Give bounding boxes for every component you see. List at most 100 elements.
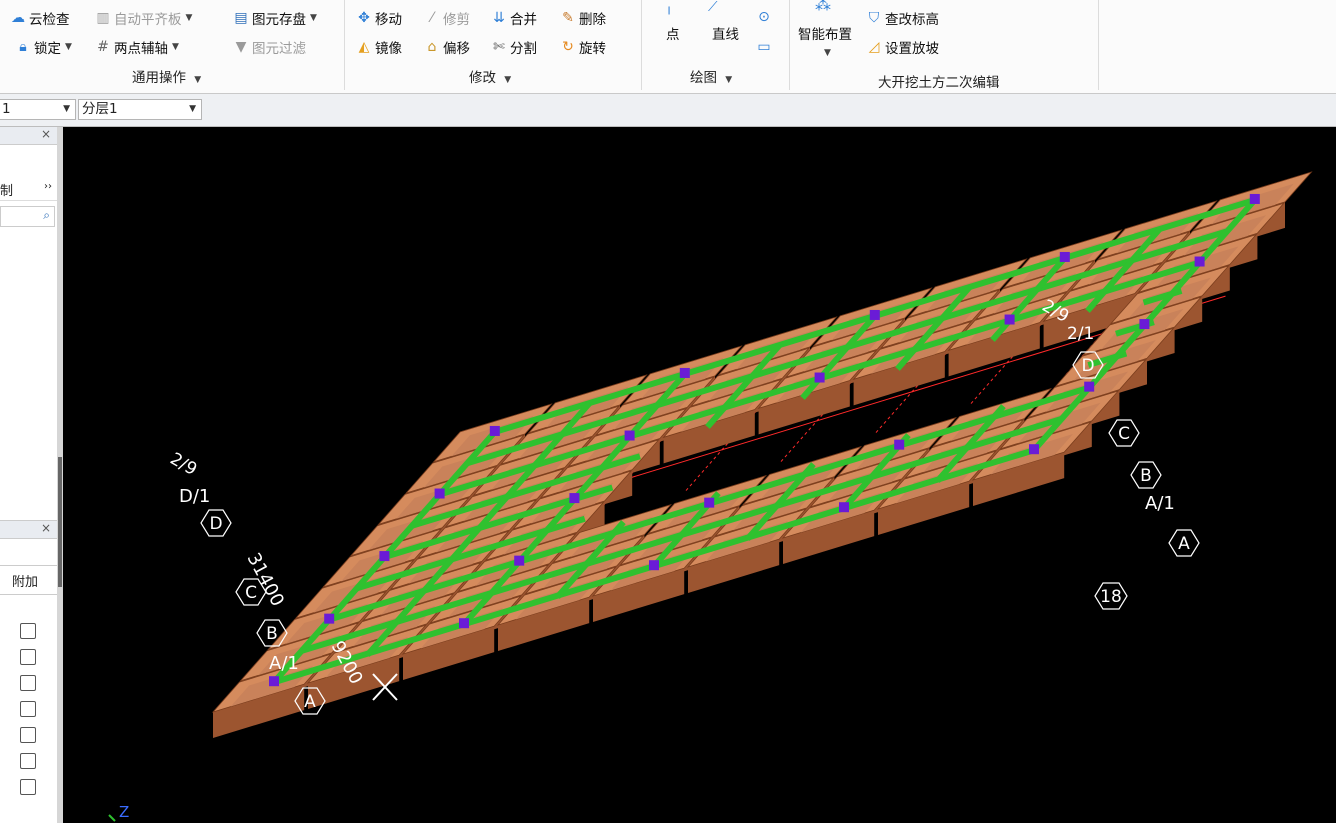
mirror-button[interactable]: ◭ 镜像 [356,36,402,58]
extra-checkbox[interactable] [20,623,36,639]
scene-canvas[interactable]: D C B A/1 A D/1 2/9 31400 9200 D C B A/1… [63,127,1336,823]
split-button[interactable]: ✄ 分割 [491,36,537,58]
axis-label: B [266,624,278,644]
chevron-down-icon: ▼ [504,75,512,85]
auto-level-button[interactable]: ▥ 自动平齐板 ▼ [95,7,192,29]
lock-label: 锁定 [34,41,61,57]
group-draw-label: 绘图 [690,70,717,86]
slope-icon: ◿ [868,39,880,55]
axis-bubble-b-right: B [1130,461,1162,489]
rotate-label: 旋转 [579,41,606,57]
delete-button[interactable]: ✎ 删除 [560,7,606,29]
group-excavation-label: 大开挖土方二次编辑 [878,75,1000,91]
axis-bubble-c-right: C [1108,419,1140,447]
column-marker [379,551,390,562]
column-marker [1084,381,1095,392]
chevron-down-icon: ▼ [185,13,193,23]
offset-icon: ⌂ [427,39,437,55]
column-marker [679,367,690,378]
check-elevation-label: 查改标高 [885,12,939,28]
extra-checkbox[interactable] [20,649,36,665]
rectangle-tool-button[interactable]: ▭ [756,36,775,58]
group-modify-label: 修改 [469,70,496,86]
element-filter-label: 图元过滤 [252,41,306,57]
trim-button[interactable]: ⁄ 修剪 [424,7,470,29]
group-common-ops[interactable]: 通用操作 ▼ [132,66,201,86]
group-common-ops-label: 通用操作 [132,70,186,86]
ribbon: ☁ 云检查 ▥ 自动平齐板 ▼ ▤ 图元存盘 ▼ 🔒︎ 锁定 ▼ # 两点辅轴 … [0,0,1336,94]
axis-indicator-label: Z [119,803,129,821]
circle-icon: ⊙ [758,9,770,25]
two-point-axis-button[interactable]: # 两点辅轴 ▼ [95,36,179,58]
auto-level-icon: ▥ [96,10,110,26]
extra-checkbox[interactable] [20,753,36,769]
chevron-down-icon[interactable]: ▼ [824,42,831,64]
chevron-down-icon: ▼ [65,42,72,52]
close-icon[interactable]: × [41,521,51,535]
column-marker [1059,251,1070,262]
cloud-check-button[interactable]: ☁ 云检查 [10,7,70,29]
axis-label: 18 [1100,587,1122,607]
column-marker [514,555,525,566]
group-excavation: 大开挖土方二次编辑 [878,71,1000,91]
column-marker [489,425,500,436]
extra-checkbox[interactable] [20,727,36,743]
offset-button[interactable]: ⌂ 偏移 [424,36,470,58]
point-button[interactable]: 点 [666,22,680,44]
floor-select-value: 1 [2,101,11,117]
column-marker [839,502,849,513]
splitter-handle[interactable] [58,457,62,587]
rotate-button[interactable]: ↻ 旋转 [560,36,606,58]
chevron-down-icon: ▼ [725,75,733,85]
auto-level-label: 自动平齐板 [114,12,182,28]
search-icon: ⌕ [43,208,50,222]
separator [641,0,642,90]
lock-icon: 🔒︎ [19,39,27,55]
set-slope-button[interactable]: ◿ 设置放坡 [866,36,939,58]
layer-select-value: 分层1 [82,101,118,117]
split-label: 分割 [510,41,537,57]
column-marker [569,493,580,504]
column-marker [869,309,880,320]
trim-label: 修剪 [443,12,470,28]
merge-label: 合并 [510,12,537,28]
column-marker [624,430,635,441]
extra-checkbox[interactable] [20,779,36,795]
separator [344,0,345,90]
property-table-header: 附加 [0,565,57,595]
panel-tab-label[interactable]: 制 [0,180,13,199]
cloud-check-icon: ☁ [11,10,25,26]
group-draw[interactable]: 绘图 ▼ [690,66,732,86]
lock-button[interactable]: 🔒︎ 锁定 ▼ [15,36,72,58]
column-marker [814,372,825,383]
column-marker [704,497,715,508]
element-filter-button[interactable]: ▼ 图元过滤 [233,36,306,58]
column-header-extra: 附加 [12,575,39,590]
axis-bubble-a-right: A [1168,529,1200,557]
split-icon: ✄ [493,39,505,55]
axis-label: A/1 [1145,493,1175,514]
3d-viewport[interactable]: D C B A/1 A D/1 2/9 31400 9200 D C B A/1… [63,127,1336,823]
floor-toolbar: 1 ▼ 分层1 ▼ [0,94,1336,127]
extra-checkbox[interactable] [20,675,36,691]
move-label: 移动 [375,12,402,28]
more-icon[interactable]: ›› [44,181,52,192]
smart-layout-button[interactable]: 智能布置 [798,22,852,44]
save-elements-button[interactable]: ▤ 图元存盘 ▼ [233,7,317,29]
check-elevation-button[interactable]: ⛉ 查改标高 [866,7,939,29]
close-icon[interactable]: × [41,127,51,141]
column-marker [1139,319,1150,330]
axis-label: A [304,692,316,712]
panel2-header: × [0,520,57,539]
line-button[interactable]: 直线 [712,22,739,44]
group-modify[interactable]: 修改 ▼ [469,66,511,86]
save-elements-icon: ▤ [234,10,248,26]
layer-select[interactable]: 分层1 ▼ [78,99,202,120]
floor-select[interactable]: 1 ▼ [0,99,76,120]
offset-label: 偏移 [443,41,470,57]
search-input[interactable]: ⌕ [0,206,55,227]
merge-button[interactable]: ⇊ 合并 [491,7,537,29]
circle-tool-button[interactable]: ⊙ [756,6,775,28]
extra-checkbox[interactable] [20,701,36,717]
move-button[interactable]: ✥ 移动 [356,7,402,29]
